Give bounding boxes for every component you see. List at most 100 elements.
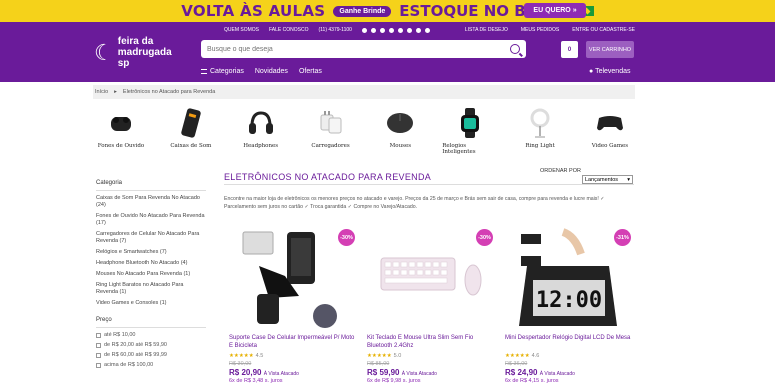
product-image[interactable]: -30%	[229, 226, 360, 330]
cart-button[interactable]: 0	[561, 41, 578, 58]
link-fale-conosco[interactable]: FALE CONOSCO	[269, 27, 308, 33]
checkbox[interactable]	[96, 332, 101, 338]
filter-price-option[interactable]: de R$ 20,00 até R$ 59,90	[96, 342, 206, 348]
installments: 6x de R$ 9,98 s. juros	[367, 378, 421, 384]
product-image[interactable]: -30%	[367, 226, 498, 330]
rating-value: 5.0	[393, 353, 402, 359]
category-caixas[interactable]: Caixas de Som	[163, 108, 219, 155]
breadcrumb: Início ▸ Eletrônicos no Atacado para Rev…	[93, 85, 635, 99]
product-price: R$ 20,90 À Vista Atacado	[229, 368, 360, 377]
nav-ofertas[interactable]: Ofertas	[299, 68, 322, 75]
orders-link[interactable]: MEUS PEDIDOS	[521, 27, 559, 33]
filter-category-item[interactable]: Mouses No Atacado Para Revenda (1)	[96, 271, 206, 278]
breadcrumb-home[interactable]: Início	[95, 89, 108, 95]
promo-left-text: VOLTA ÀS AULAS	[181, 2, 326, 20]
product-grid: -30% Suporte Case De Celular Impermeável…	[229, 226, 639, 384]
sort-select[interactable]: Lançamentos ▾	[582, 175, 633, 184]
login-link[interactable]: ENTRE OU CADASTRE-SE	[572, 27, 635, 33]
link-quem-somos[interactable]: QUEM SOMOS	[224, 27, 259, 33]
price-value: R$ 59,90	[367, 368, 400, 377]
category-label: Fones de Ouvido	[97, 143, 145, 149]
search-input[interactable]	[207, 45, 510, 53]
view-cart-button[interactable]: VER CARRINHO	[586, 41, 634, 58]
product-image[interactable]: 12:00 -31%	[505, 226, 636, 330]
filter-price-title: Preço	[96, 317, 206, 328]
price-note: À Vista Atacado	[539, 371, 575, 377]
user-icon: ●	[589, 68, 594, 75]
instagram-icon[interactable]	[361, 27, 367, 33]
rating-value: 4.5	[255, 353, 264, 359]
facebook-icon[interactable]	[370, 27, 376, 33]
filter-price-option[interactable]: até R$ 10,00	[96, 332, 206, 338]
old-price: R$ 30,00	[229, 361, 252, 367]
nav-categorias[interactable]: Categorias	[201, 68, 244, 75]
page-title: ELETRÔNICOS NO ATACADO PARA REVENDA	[224, 172, 432, 182]
promo-banner[interactable]: VOLTA ÀS AULAS Ganhe Brinde ESTOQUE NO B…	[0, 0, 775, 22]
product-name[interactable]: Mini Despertador Relógio Digital LCD De …	[505, 334, 636, 350]
product-price: R$ 59,90 À Vista Atacado	[367, 368, 498, 377]
price-option-label: de R$ 20,00 até R$ 59,90	[104, 342, 167, 348]
breadcrumb-current: Eletrônicos no Atacado para Revenda	[122, 89, 216, 95]
wishlist-link[interactable]: LISTA DE DESEJO	[465, 27, 508, 33]
filter-category-item[interactable]: Ring Light Baratos no Atacado Para Reven…	[96, 282, 206, 296]
product-price: R$ 24,90 À Vista Atacado	[505, 368, 636, 377]
tiktok-icon[interactable]	[397, 27, 403, 33]
price-value: R$ 24,90	[505, 368, 538, 377]
category-fones[interactable]: Fones de Ouvido	[93, 108, 149, 155]
account-links: LISTA DE DESEJO MEUS PEDIDOS ENTRE OU CA…	[465, 27, 635, 33]
checkbox[interactable]	[96, 352, 101, 358]
product-card[interactable]: -30% Suporte Case De Celular Impermeável…	[229, 226, 360, 384]
earbuds-icon	[106, 108, 136, 138]
category-carregadores[interactable]: Carregadores	[303, 108, 359, 155]
whatsapp-icon[interactable]	[424, 27, 430, 33]
category-carousel: Fones de Ouvido Caixas de Som Headphones…	[93, 108, 638, 155]
discount-badge: -30%	[338, 229, 355, 246]
product-card[interactable]: 12:00 -31% Mini Despertador Relógio Digi…	[505, 226, 636, 384]
star-icons: ★★★★★	[505, 353, 530, 359]
rating-value: 4.6	[531, 353, 540, 359]
main-nav: Categorias Novidades Ofertas	[201, 68, 322, 75]
star-icons: ★★★★★	[367, 353, 392, 359]
checkbox[interactable]	[96, 342, 101, 348]
installments: 6x de R$ 4,15 s. juros	[505, 378, 559, 384]
product-card[interactable]: -30% Kit Teclado E Mouse Ultra Slim Sem …	[367, 226, 498, 384]
moon-logo-icon: ☾	[94, 39, 114, 65]
category-mouses[interactable]: Mouses	[372, 108, 428, 155]
price-note: À Vista Atacado	[263, 371, 299, 377]
category-description: Encontre na maior loja de eletrônicos os…	[224, 196, 605, 210]
product-name[interactable]: Suporte Case De Celular Impermeável P/ M…	[229, 334, 360, 350]
category-ringlight[interactable]: Ring Light	[512, 108, 568, 155]
filter-category-item[interactable]: Carregadores de Celular No Atacado Para …	[96, 231, 206, 245]
televendas-link[interactable]: ● Televendas	[589, 68, 630, 75]
filter-category-title: Categoria	[96, 180, 206, 191]
filter-category-item[interactable]: Caixas de Som Para Revenda No Atacado (2…	[96, 195, 206, 209]
filter-category-item[interactable]: Headphone Bluetooth No Atacado (4)	[96, 260, 206, 267]
filter-price-option[interactable]: de R$ 60,00 até R$ 99,99	[96, 352, 206, 358]
phone-link[interactable]: (11) 4379-1100	[318, 27, 351, 33]
sidebar-filters: Categoria Caixas de Som Para Revenda No …	[96, 180, 206, 372]
filter-category-item[interactable]: Fones de Ouvido No Atacado Para Revenda …	[96, 213, 206, 227]
filter-price-option[interactable]: acima de R$ 100,00	[96, 362, 206, 368]
nav-novidades[interactable]: Novidades	[255, 68, 288, 75]
category-videogames[interactable]: Video Games	[582, 108, 638, 155]
product-name[interactable]: Kit Teclado E Mouse Ultra Slim Sem Fio B…	[367, 334, 498, 350]
search-icon[interactable]	[510, 44, 520, 54]
svg-text:12:00: 12:00	[536, 288, 602, 313]
filter-category-item[interactable]: Relógios e Smartwatches (7)	[96, 249, 206, 256]
sort-value: Lançamentos	[585, 176, 619, 183]
price-option-label: de R$ 60,00 até R$ 99,99	[104, 352, 167, 358]
category-headphones[interactable]: Headphones	[233, 108, 289, 155]
promo-cta-button[interactable]: EU QUERO »	[524, 3, 586, 18]
nav-categorias-label: Categorias	[210, 68, 244, 75]
checkbox[interactable]	[96, 362, 101, 368]
category-label: Relogios Inteligentes	[442, 143, 476, 155]
logo[interactable]: ☾ feira da madrugada sp	[94, 36, 184, 69]
youtube-icon[interactable]	[379, 27, 385, 33]
category-label: Carregadores	[311, 143, 350, 149]
filter-category-item[interactable]: Video Games e Consoles (1)	[96, 300, 206, 307]
telegram-icon[interactable]	[415, 27, 421, 33]
chevron-down-icon: ▾	[627, 176, 630, 183]
pinterest-icon[interactable]	[388, 27, 394, 33]
twitter-icon[interactable]	[406, 27, 412, 33]
category-relogios[interactable]: Relogios Inteligentes	[442, 108, 498, 155]
